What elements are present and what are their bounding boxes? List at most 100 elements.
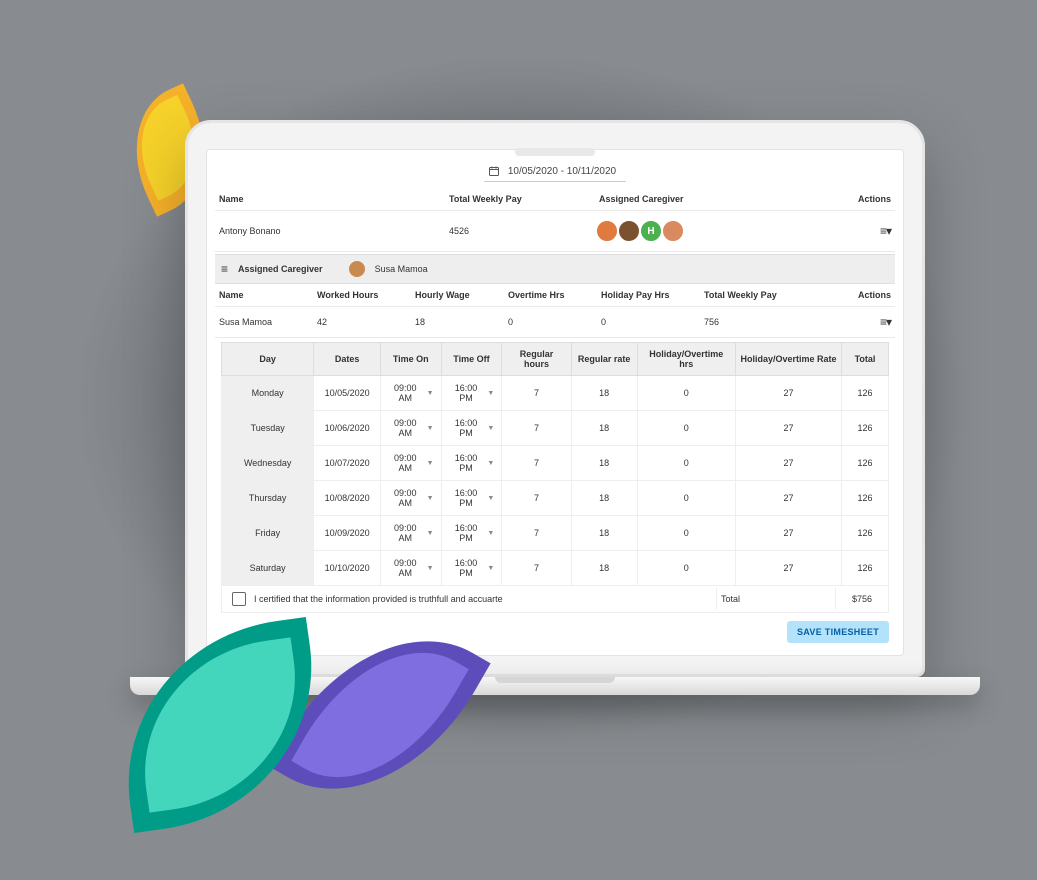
row-time-off[interactable]: 16:00 PM ▼ — [441, 481, 502, 516]
row-day: Wednesday — [222, 446, 314, 481]
row-date: 10/08/2020 — [314, 481, 381, 516]
row-hol-hours: 0 — [637, 481, 736, 516]
row-total: 126 — [841, 551, 888, 586]
row-reg-hours: 7 — [502, 516, 571, 551]
certify-text: I certified that the information provide… — [254, 594, 503, 604]
laptop-frame: 10/05/2020 - 10/11/2020 Name Total Weekl… — [185, 120, 925, 695]
row-day: Friday — [222, 516, 314, 551]
row-date: 10/10/2020 — [314, 551, 381, 586]
row-reg-hours: 7 — [502, 446, 571, 481]
assigned-caregiver-label: Assigned Caregiver — [238, 264, 323, 274]
det-reg-h: Regular hours — [502, 343, 571, 376]
caregiver-summary-holiday: 0 — [597, 307, 700, 338]
col-actions-label: Actions — [831, 194, 891, 204]
avatar[interactable]: H — [639, 219, 663, 243]
det-reg-r: Regular rate — [571, 343, 637, 376]
col-pay-label: Total Weekly Pay — [449, 194, 599, 204]
caregiver-summary-overtime: 0 — [504, 307, 597, 338]
row-time-off[interactable]: 16:00 PM ▼ — [441, 376, 502, 411]
row-total: 126 — [841, 446, 888, 481]
grand-total-value: $756 — [835, 588, 888, 610]
client-total-pay: 4526 — [449, 226, 599, 236]
grand-total-label: Total — [716, 588, 835, 610]
row-time-on[interactable]: 09:00 AM ▼ — [380, 446, 441, 481]
list-icon: ≡ — [221, 263, 228, 275]
chevron-down-icon: ▼ — [427, 530, 434, 537]
caregiver-actions-menu[interactable]: ≡▾ — [880, 315, 891, 329]
row-reg-hours: 7 — [502, 376, 571, 411]
row-day: Tuesday — [222, 411, 314, 446]
caregiver-summary-table: Name Worked Hours Hourly Wage Overtime H… — [215, 284, 895, 338]
row-hol-rate: 27 — [736, 411, 842, 446]
row-hol-hours: 0 — [637, 446, 736, 481]
row-total: 126 — [841, 411, 888, 446]
laptop-notch — [515, 148, 595, 156]
sub-total-label: Total Weekly Pay — [700, 284, 837, 307]
client-row: Antony Bonano 4526 H ≡▾ — [215, 211, 895, 252]
chevron-down-icon: ▼ — [427, 425, 434, 432]
client-actions-menu[interactable]: ≡▾ — [880, 224, 891, 238]
row-hol-hours: 0 — [637, 516, 736, 551]
col-name-label: Name — [219, 194, 449, 204]
date-range-picker[interactable]: 10/05/2020 - 10/11/2020 — [484, 162, 626, 182]
row-hol-rate: 27 — [736, 481, 842, 516]
row-time-on[interactable]: 09:00 AM ▼ — [380, 551, 441, 586]
avatar[interactable] — [617, 219, 641, 243]
chevron-down-icon: ▼ — [487, 460, 494, 467]
row-date: 10/09/2020 — [314, 516, 381, 551]
row-time-on[interactable]: 09:00 AM ▼ — [380, 481, 441, 516]
row-day: Monday — [222, 376, 314, 411]
chevron-down-icon: ▼ — [427, 495, 434, 502]
caregiver-summary-row: Susa Mamoa 42 18 0 0 756 ≡▾ — [215, 307, 895, 338]
row-hol-rate: 27 — [736, 516, 842, 551]
row-reg-rate: 18 — [571, 446, 637, 481]
caregiver-summary-worked: 42 — [313, 307, 411, 338]
calendar-icon — [488, 165, 500, 177]
certify-checkbox[interactable] — [232, 592, 246, 606]
sub-holiday-label: Holiday Pay Hrs — [597, 284, 700, 307]
row-date: 10/05/2020 — [314, 376, 381, 411]
row-hol-hours: 0 — [637, 411, 736, 446]
sub-wage-label: Hourly Wage — [411, 284, 504, 307]
avatar[interactable] — [595, 219, 619, 243]
row-time-on[interactable]: 09:00 AM ▼ — [380, 516, 441, 551]
row-reg-hours: 7 — [502, 551, 571, 586]
leaf-decor-bottom-left — [108, 617, 332, 833]
date-range-text: 10/05/2020 - 10/11/2020 — [508, 166, 616, 177]
row-day: Saturday — [222, 551, 314, 586]
row-hol-rate: 27 — [736, 446, 842, 481]
app-screen: 10/05/2020 - 10/11/2020 Name Total Weekl… — [206, 149, 904, 656]
row-time-off[interactable]: 16:00 PM ▼ — [441, 411, 502, 446]
row-time-on[interactable]: 09:00 AM ▼ — [380, 411, 441, 446]
timesheet-row: Saturday10/10/202009:00 AM ▼16:00 PM ▼7 1… — [222, 551, 889, 586]
row-reg-rate: 18 — [571, 411, 637, 446]
row-time-off[interactable]: 16:00 PM ▼ — [441, 446, 502, 481]
timesheet-row: Friday10/09/202009:00 AM ▼16:00 PM ▼7180… — [222, 516, 889, 551]
caregiver-summary-name: Susa Mamoa — [215, 307, 313, 338]
sub-worked-label: Worked Hours — [313, 284, 411, 307]
save-timesheet-button[interactable]: SAVE TIMESHEET — [787, 621, 889, 643]
row-time-off[interactable]: 16:00 PM ▼ — [441, 551, 502, 586]
client-name: Antony Bonano — [219, 226, 449, 236]
row-time-on[interactable]: 09:00 AM ▼ — [380, 376, 441, 411]
timesheet-row: Monday10/05/202009:00 AM ▼16:00 PM ▼7180… — [222, 376, 889, 411]
chevron-down-icon: ▼ — [487, 565, 494, 572]
avatar[interactable] — [661, 219, 685, 243]
caregiver-summary-total: 756 — [700, 307, 837, 338]
chevron-down-icon: ▼ — [427, 565, 434, 572]
row-reg-hours: 7 — [502, 411, 571, 446]
caregiver-avatar — [349, 261, 365, 277]
chevron-down-icon: ▼ — [487, 425, 494, 432]
timesheet-row: Thursday10/08/202009:00 AM ▼16:00 PM ▼71… — [222, 481, 889, 516]
chevron-down-icon: ▼ — [487, 495, 494, 502]
certify-row: I certified that the information provide… — [221, 586, 889, 613]
row-date: 10/06/2020 — [314, 411, 381, 446]
caregiver-name: Susa Mamoa — [375, 264, 428, 274]
timesheet-detail-table: Day Dates Time On Time Off Regular hours… — [221, 342, 889, 586]
row-total: 126 — [841, 516, 888, 551]
row-time-off[interactable]: 16:00 PM ▼ — [441, 516, 502, 551]
chevron-down-icon: ▼ — [427, 390, 434, 397]
assigned-caregiver-bar: ≡ Assigned Caregiver Susa Mamoa — [215, 254, 895, 284]
row-hol-hours: 0 — [637, 376, 736, 411]
row-reg-rate: 18 — [571, 516, 637, 551]
